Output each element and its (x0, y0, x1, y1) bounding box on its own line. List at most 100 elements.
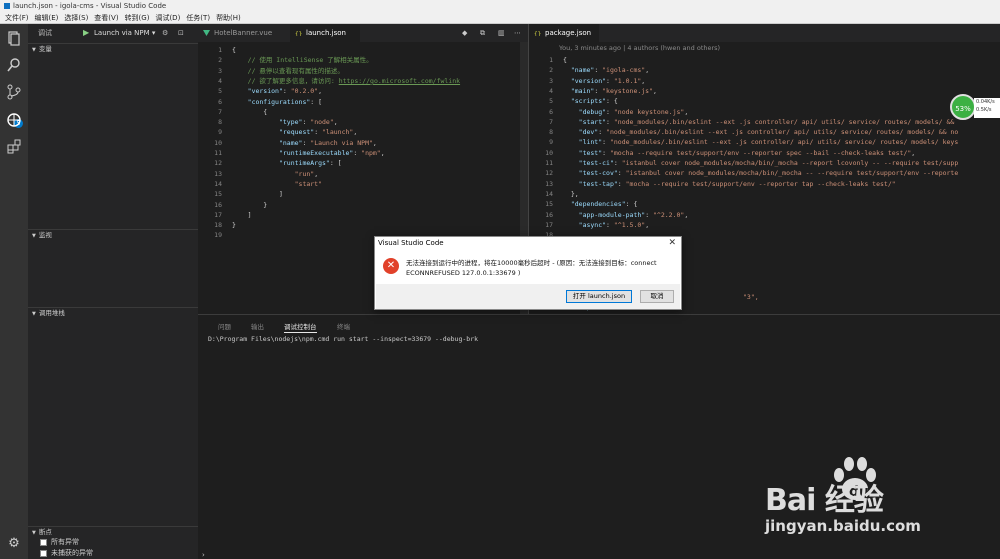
breakpoint-item[interactable]: 所有异常 (40, 537, 79, 547)
line-number[interactable]: 11 (198, 148, 222, 158)
code-line[interactable]: 1{ (529, 55, 567, 65)
code-line[interactable]: 14 "start" (198, 179, 322, 189)
code-line[interactable]: 9 "request": "launch", (198, 127, 357, 137)
line-number[interactable]: 3 (529, 76, 553, 86)
line-number[interactable]: 15 (529, 199, 553, 209)
checkbox[interactable] (40, 538, 47, 546)
line-number[interactable]: 17 (529, 220, 553, 230)
callstack-header[interactable]: ▼ 调用堆栈 (28, 307, 198, 317)
code-line[interactable]: 14 }, (529, 189, 578, 199)
network-speed-widget[interactable]: 53% (950, 94, 976, 120)
start-debugging-icon[interactable]: ▶ (83, 24, 89, 42)
menu-tasks[interactable]: 任务(T) (186, 14, 210, 22)
line-number[interactable]: 2 (198, 55, 222, 65)
line-number[interactable]: 9 (198, 127, 222, 137)
code-line[interactable]: 19 (198, 230, 232, 240)
code-line[interactable]: 8 "type": "node", (198, 117, 338, 127)
line-number[interactable]: 6 (198, 97, 222, 107)
breakpoint-item[interactable]: 未捕获的异常 (40, 548, 93, 558)
close-icon[interactable]: ✕ (668, 238, 676, 248)
search-icon[interactable] (6, 57, 22, 73)
code-line[interactable]: 16 } (198, 200, 267, 210)
split-editor-icon[interactable]: ▥ (498, 24, 505, 42)
code-line[interactable]: 11 "test-ci": "istanbul cover node_modul… (529, 158, 958, 168)
line-number[interactable]: 8 (198, 117, 222, 127)
code-line[interactable]: 12 "runtimeArgs": [ (198, 158, 341, 168)
git-blame-annotation[interactable]: You, 3 minutes ago | 4 authors (hwen and… (559, 44, 720, 52)
line-number[interactable]: 14 (198, 179, 222, 189)
cancel-button[interactable]: 取消 (640, 290, 674, 303)
code-line[interactable]: 17 "async": "^1.5.0", (529, 220, 649, 230)
line-number[interactable]: 11 (529, 158, 553, 168)
line-number[interactable]: 3 (198, 66, 222, 76)
line-number[interactable]: 7 (198, 107, 222, 117)
code-line[interactable]: 1{ (198, 45, 236, 55)
debug-console-icon[interactable]: ⊡ (178, 24, 184, 42)
code-line[interactable]: 4 // 欲了解更多信息，请访问: https://go.microsoft.c… (198, 76, 460, 86)
variables-header[interactable]: ▼ 变量 (28, 43, 198, 53)
code-line[interactable]: 13 "run", (198, 169, 318, 179)
breakpoints-header[interactable]: ▼ 断点 (28, 526, 198, 536)
tab-hotelbanner[interactable]: HotelBanner.vue (198, 24, 290, 42)
line-number[interactable]: 16 (529, 210, 553, 220)
code-line[interactable]: 2 "name": "igola-cms", (529, 65, 649, 75)
menu-edit[interactable]: 编辑(E) (35, 14, 59, 22)
code-line[interactable]: 13 "test-tap": "mocha --require test/sup… (529, 179, 895, 189)
menu-help[interactable]: 帮助(H) (216, 14, 241, 22)
line-number[interactable]: 9 (529, 137, 553, 147)
line-number[interactable]: 12 (529, 168, 553, 178)
line-number[interactable]: 10 (529, 148, 553, 158)
line-number[interactable]: 13 (529, 179, 553, 189)
line-number[interactable]: 19 (198, 230, 222, 240)
tab-output[interactable]: 输出 (251, 321, 264, 331)
line-number[interactable]: 1 (198, 45, 222, 55)
debug-icon[interactable] (6, 112, 22, 128)
code-line[interactable]: 12 "test-cov": "istanbul cover node_modu… (529, 168, 958, 178)
debug-config-select[interactable]: Launch via NPM ▾ (94, 24, 155, 42)
code-line[interactable]: 5 "version": "0.2.0", (198, 86, 322, 96)
code-line[interactable]: 10 "name": "Launch via NPM", (198, 138, 377, 148)
code-line[interactable]: 17 ] (198, 210, 251, 220)
code-line[interactable]: 8 "dev": "node_modules/.bin/eslint --ext… (529, 127, 958, 137)
line-number[interactable]: 14 (529, 189, 553, 199)
menu-debug[interactable]: 调试(D) (155, 14, 180, 22)
run-icon[interactable]: ◆ (462, 24, 467, 42)
line-number[interactable]: 4 (198, 76, 222, 86)
code-line[interactable]: 6 "debug": "node keystone.js", (529, 107, 688, 117)
menu-view[interactable]: 查看(V) (94, 14, 118, 22)
code-line[interactable]: 3 // 悬停以查看现有属性的描述。 (198, 66, 344, 76)
extensions-icon[interactable] (6, 139, 22, 155)
line-number[interactable]: 18 (198, 220, 222, 230)
code-line[interactable]: 5 "scripts": { (529, 96, 618, 106)
line-number[interactable]: 10 (198, 138, 222, 148)
line-number[interactable]: 15 (198, 189, 222, 199)
code-line[interactable]: 11 "runtimeExecutable": "npm", (198, 148, 384, 158)
tab-launch-json[interactable]: {} launch.json (290, 24, 360, 42)
source-control-icon[interactable] (6, 84, 22, 100)
line-number[interactable]: 8 (529, 127, 553, 137)
line-number[interactable]: 5 (529, 96, 553, 106)
code-line[interactable]: 7 "start": "node_modules/.bin/eslint --e… (529, 117, 954, 127)
menu-goto[interactable]: 转到(G) (125, 14, 150, 22)
open-changes-icon[interactable]: ⧉ (480, 24, 485, 42)
settings-gear-icon[interactable]: ⚙ (6, 536, 22, 552)
line-number[interactable]: 6 (529, 107, 553, 117)
checkbox[interactable] (40, 549, 47, 557)
tab-problems[interactable]: 问题 (218, 321, 231, 331)
open-launch-json-button[interactable]: 打开 launch.json (566, 290, 632, 303)
menu-file[interactable]: 文件(F) (5, 14, 29, 22)
code-line[interactable]: 4 "main": "keystone.js", (529, 86, 657, 96)
code-line[interactable]: 16 "app-module-path": "^2.2.0", (529, 210, 688, 220)
line-number[interactable]: 2 (529, 65, 553, 75)
code-line[interactable]: 10 "test": "mocha --require test/support… (529, 148, 915, 158)
tab-package-json[interactable]: {} package.json (529, 24, 599, 42)
explorer-icon[interactable] (6, 30, 22, 46)
line-number[interactable]: 7 (529, 117, 553, 127)
watch-header[interactable]: ▼ 监视 (28, 229, 198, 239)
line-number[interactable]: 4 (529, 86, 553, 96)
code-line[interactable]: 9 "lint": "node_modules/.bin/eslint --ex… (529, 137, 958, 147)
code-line[interactable]: 7 { (198, 107, 267, 117)
code-line[interactable]: 18} (198, 220, 236, 230)
code-line[interactable]: 15 ] (198, 189, 283, 199)
menu-selection[interactable]: 选择(S) (64, 14, 88, 22)
